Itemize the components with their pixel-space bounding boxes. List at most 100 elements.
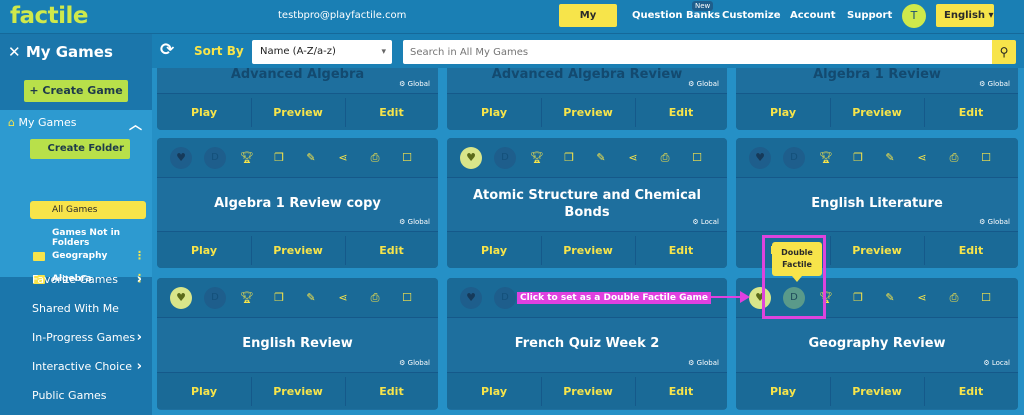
share-icon[interactable]: ⋖ <box>622 147 644 169</box>
double-factile-icon[interactable]: D <box>783 147 805 169</box>
sidebar-item-interactive-choice[interactable]: Interactive Choice › <box>0 353 152 381</box>
create-game-button[interactable]: + Create Game <box>24 80 128 102</box>
select-checkbox-icon[interactable]: ☐ <box>686 147 708 169</box>
preview-button[interactable]: Preview <box>251 94 345 130</box>
play-button[interactable]: Play <box>447 94 541 130</box>
play-button[interactable]: Play <box>736 94 830 130</box>
sidebar-item-shared-with-me[interactable]: Shared With Me <box>0 295 152 323</box>
favorite-icon[interactable]: ♥ <box>170 287 192 309</box>
preview-button[interactable]: Preview <box>541 232 635 268</box>
scope-label: ⚙ Global <box>399 218 430 226</box>
sidebar-item-public-games[interactable]: Public Games <box>0 382 152 410</box>
print-icon[interactable]: ⎙ <box>654 147 676 169</box>
game-card: Advanced Algebra ⚙ Global Play Preview E… <box>157 68 438 130</box>
edit-button[interactable]: Edit <box>635 94 727 130</box>
game-card: ♥ D 🏆︎ ❐ ✎ ⋖ ⎙ ☐ Algebra 1 Review copy ⚙… <box>157 138 438 268</box>
edit-button[interactable]: Edit <box>345 232 438 268</box>
play-button[interactable]: Play <box>157 373 251 410</box>
refresh-icon[interactable]: ⟳ <box>160 40 174 60</box>
favorite-icon[interactable]: ♥ <box>749 147 771 169</box>
share-icon[interactable]: ⋖ <box>911 287 933 309</box>
rename-icon[interactable]: ✎ <box>879 147 901 169</box>
share-icon[interactable]: ⋖ <box>332 147 354 169</box>
avatar[interactable]: T <box>902 4 926 28</box>
factile-logo[interactable]: factile <box>10 3 89 29</box>
chevron-right-icon: › <box>136 272 142 287</box>
double-factile-icon[interactable]: D <box>494 287 516 309</box>
favorite-icon[interactable]: ♥ <box>460 147 482 169</box>
copy-icon[interactable]: ❐ <box>847 287 869 309</box>
share-icon[interactable]: ⋖ <box>911 147 933 169</box>
play-button[interactable]: Play <box>447 373 541 410</box>
print-icon[interactable]: ⎙ <box>943 147 965 169</box>
rename-icon[interactable]: ✎ <box>879 287 901 309</box>
create-folder-button[interactable]: Create Folder <box>30 139 130 159</box>
share-icon[interactable]: ⋖ <box>332 287 354 309</box>
favorite-icon[interactable]: ♥ <box>460 287 482 309</box>
preview-button[interactable]: Preview <box>541 373 635 410</box>
nav-my-games[interactable]: My Games <box>559 4 617 44</box>
trophy-icon[interactable]: 🏆︎ <box>815 147 837 169</box>
edit-button[interactable]: Edit <box>924 94 1018 130</box>
nav-account[interactable]: Account <box>790 10 835 21</box>
edit-button[interactable]: Edit <box>924 373 1018 410</box>
play-button[interactable]: Play <box>157 232 251 268</box>
preview-button[interactable]: Preview <box>830 94 924 130</box>
edit-button[interactable]: Edit <box>345 94 438 130</box>
sidebar-item-all-games[interactable]: All Games <box>30 201 146 219</box>
sidebar-item-games-not-in-folders[interactable]: Games Not in Folders <box>52 228 152 248</box>
rename-icon[interactable]: ✎ <box>300 287 322 309</box>
select-checkbox-icon[interactable]: ☐ <box>975 287 997 309</box>
favorite-icon[interactable]: ♥ <box>170 147 192 169</box>
rename-icon[interactable]: ✎ <box>590 147 612 169</box>
more-options-icon[interactable]: ⋮ <box>134 249 145 262</box>
nav-question-banks[interactable]: Question Banks <box>632 10 720 21</box>
nav-support[interactable]: Support <box>847 10 892 21</box>
select-checkbox-icon[interactable]: ☐ <box>975 147 997 169</box>
chevron-up-icon[interactable]: ︿ <box>129 114 142 133</box>
language-select[interactable]: English ▾ <box>936 4 994 27</box>
search-icon[interactable]: ⚲ <box>992 40 1016 64</box>
print-icon[interactable]: ⎙ <box>943 287 965 309</box>
sidebar-item-favorite-games[interactable]: Favorite Games › <box>0 266 152 294</box>
print-icon[interactable]: ⎙ <box>364 287 386 309</box>
double-factile-icon[interactable]: D <box>494 147 516 169</box>
print-icon[interactable]: ⎙ <box>364 147 386 169</box>
copy-icon[interactable]: ❐ <box>847 147 869 169</box>
sidebar-item-my-games[interactable]: ⌂ My Games <box>8 116 76 129</box>
trophy-icon[interactable]: 🏆︎ <box>526 147 548 169</box>
user-email: testbpro@playfactile.com <box>278 10 407 21</box>
trophy-icon[interactable]: 🏆︎ <box>236 287 258 309</box>
sidebar-item-label: My Games <box>18 116 77 129</box>
double-factile-icon[interactable]: D <box>204 147 226 169</box>
preview-button[interactable]: Preview <box>251 232 345 268</box>
preview-button[interactable]: Preview <box>541 94 635 130</box>
preview-button[interactable]: Preview <box>830 232 924 268</box>
select-checkbox-icon[interactable]: ☐ <box>396 147 418 169</box>
preview-button[interactable]: Preview <box>251 373 345 410</box>
sidebar-item-in-progress-games[interactable]: In-Progress Games › <box>0 324 152 352</box>
preview-button[interactable]: Preview <box>830 373 924 410</box>
nav-customize[interactable]: Customize <box>722 10 781 21</box>
trophy-icon[interactable]: 🏆︎ <box>236 147 258 169</box>
close-icon[interactable]: ✕ <box>8 43 21 61</box>
edit-button[interactable]: Edit <box>924 232 1018 268</box>
copy-icon[interactable]: ❐ <box>268 147 290 169</box>
copy-icon[interactable]: ❐ <box>558 147 580 169</box>
play-button[interactable]: Play <box>447 232 541 268</box>
scope-value: Local <box>700 218 719 226</box>
sidebar-folder-geography[interactable]: Geography <box>52 251 107 261</box>
edit-button[interactable]: Edit <box>345 373 438 410</box>
search-input[interactable] <box>403 40 992 64</box>
sort-select[interactable]: Name (A-Z/a-z) ▾ <box>252 40 392 64</box>
double-factile-icon[interactable]: D <box>204 287 226 309</box>
edit-button[interactable]: Edit <box>635 373 727 410</box>
copy-icon[interactable]: ❐ <box>268 287 290 309</box>
play-button[interactable]: Play <box>736 373 830 410</box>
play-button[interactable]: Play <box>157 94 251 130</box>
select-checkbox-icon[interactable]: ☐ <box>396 287 418 309</box>
sidebar-item-label: In-Progress Games <box>32 331 136 344</box>
rename-icon[interactable]: ✎ <box>300 147 322 169</box>
edit-button[interactable]: Edit <box>635 232 727 268</box>
card-actions-row: ♥ D 🏆︎ ❐ ✎ ⋖ ⎙ ☐ <box>157 278 438 318</box>
